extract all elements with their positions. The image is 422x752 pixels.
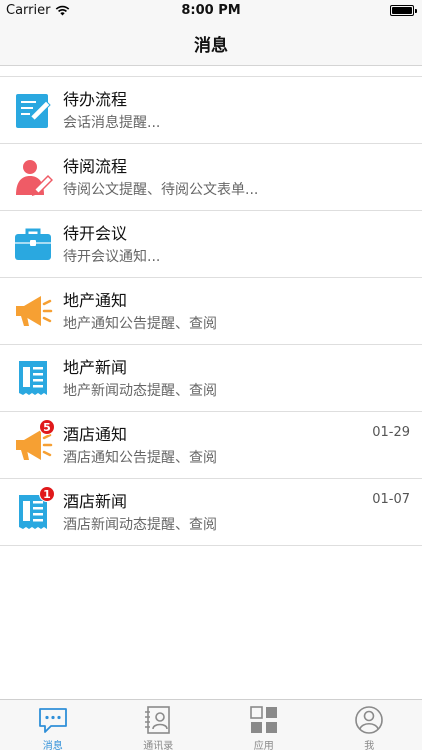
status-bar: Carrier 8:00 PM (0, 0, 422, 22)
briefcase-icon (13, 224, 53, 264)
tab-contacts-book[interactable]: 通讯录 (106, 700, 212, 750)
chat-bubble-icon (38, 705, 68, 735)
message-title: 待办流程 (63, 86, 127, 110)
battery-icon (390, 5, 414, 16)
message-title: 酒店新闻 (63, 488, 127, 512)
megaphone-icon (13, 291, 53, 331)
newspaper-icon (13, 358, 53, 398)
message-item[interactable]: 地产新闻地产新闻动态提醒、查阅 (0, 345, 422, 412)
message-date: 01-07 (372, 492, 410, 507)
tab-apps-grid[interactable]: 应用 (211, 700, 317, 750)
message-item[interactable]: 待办流程会话消息提醒... (0, 77, 422, 144)
message-title: 地产新闻 (63, 354, 127, 378)
edit-document-icon (13, 90, 53, 130)
message-item[interactable]: 待开会议待开会议通知... (0, 211, 422, 278)
message-date: 01-29 (372, 425, 410, 440)
tab-bar: 消息 通讯录 应用 我 (0, 699, 422, 750)
clock: 8:00 PM (0, 3, 422, 18)
message-subtitle: 地产新闻动态提醒、查阅 (63, 380, 217, 400)
message-subtitle: 待阅公文提醒、待阅公文表单... (63, 179, 258, 199)
message-subtitle: 地产通知公告提醒、查阅 (63, 313, 217, 333)
message-item[interactable]: 5 酒店通知酒店通知公告提醒、查阅 01-29 (0, 412, 422, 479)
profile-circle-icon (354, 705, 384, 735)
tab-chat-bubble[interactable]: 消息 (0, 700, 106, 750)
message-subtitle: 酒店通知公告提醒、查阅 (63, 447, 217, 467)
navigation-bar: 消息 (0, 22, 422, 66)
message-title: 地产通知 (63, 287, 127, 311)
message-subtitle: 待开会议通知... (63, 246, 160, 266)
apps-grid-icon (249, 705, 279, 735)
message-subtitle: 酒店新闻动态提醒、查阅 (63, 514, 217, 534)
unread-badge: 5 (39, 419, 55, 435)
message-list: 待办流程会话消息提醒... 待阅流程待阅公文提醒、待阅公文表单... 待开会议待… (0, 76, 422, 546)
contacts-book-icon (143, 705, 173, 735)
message-subtitle: 会话消息提醒... (63, 112, 160, 132)
page-title: 消息 (194, 31, 228, 56)
message-item[interactable]: 1 酒店新闻酒店新闻动态提醒、查阅 01-07 (0, 479, 422, 546)
message-title: 待开会议 (63, 220, 127, 244)
unread-badge: 1 (39, 486, 55, 502)
message-item[interactable]: 待阅流程待阅公文提醒、待阅公文表单... (0, 144, 422, 211)
message-item[interactable]: 地产通知地产通知公告提醒、查阅 (0, 278, 422, 345)
tab-profile-circle[interactable]: 我 (317, 700, 422, 750)
user-edit-icon (13, 157, 53, 197)
message-title: 酒店通知 (63, 421, 127, 445)
message-title: 待阅流程 (63, 153, 127, 177)
